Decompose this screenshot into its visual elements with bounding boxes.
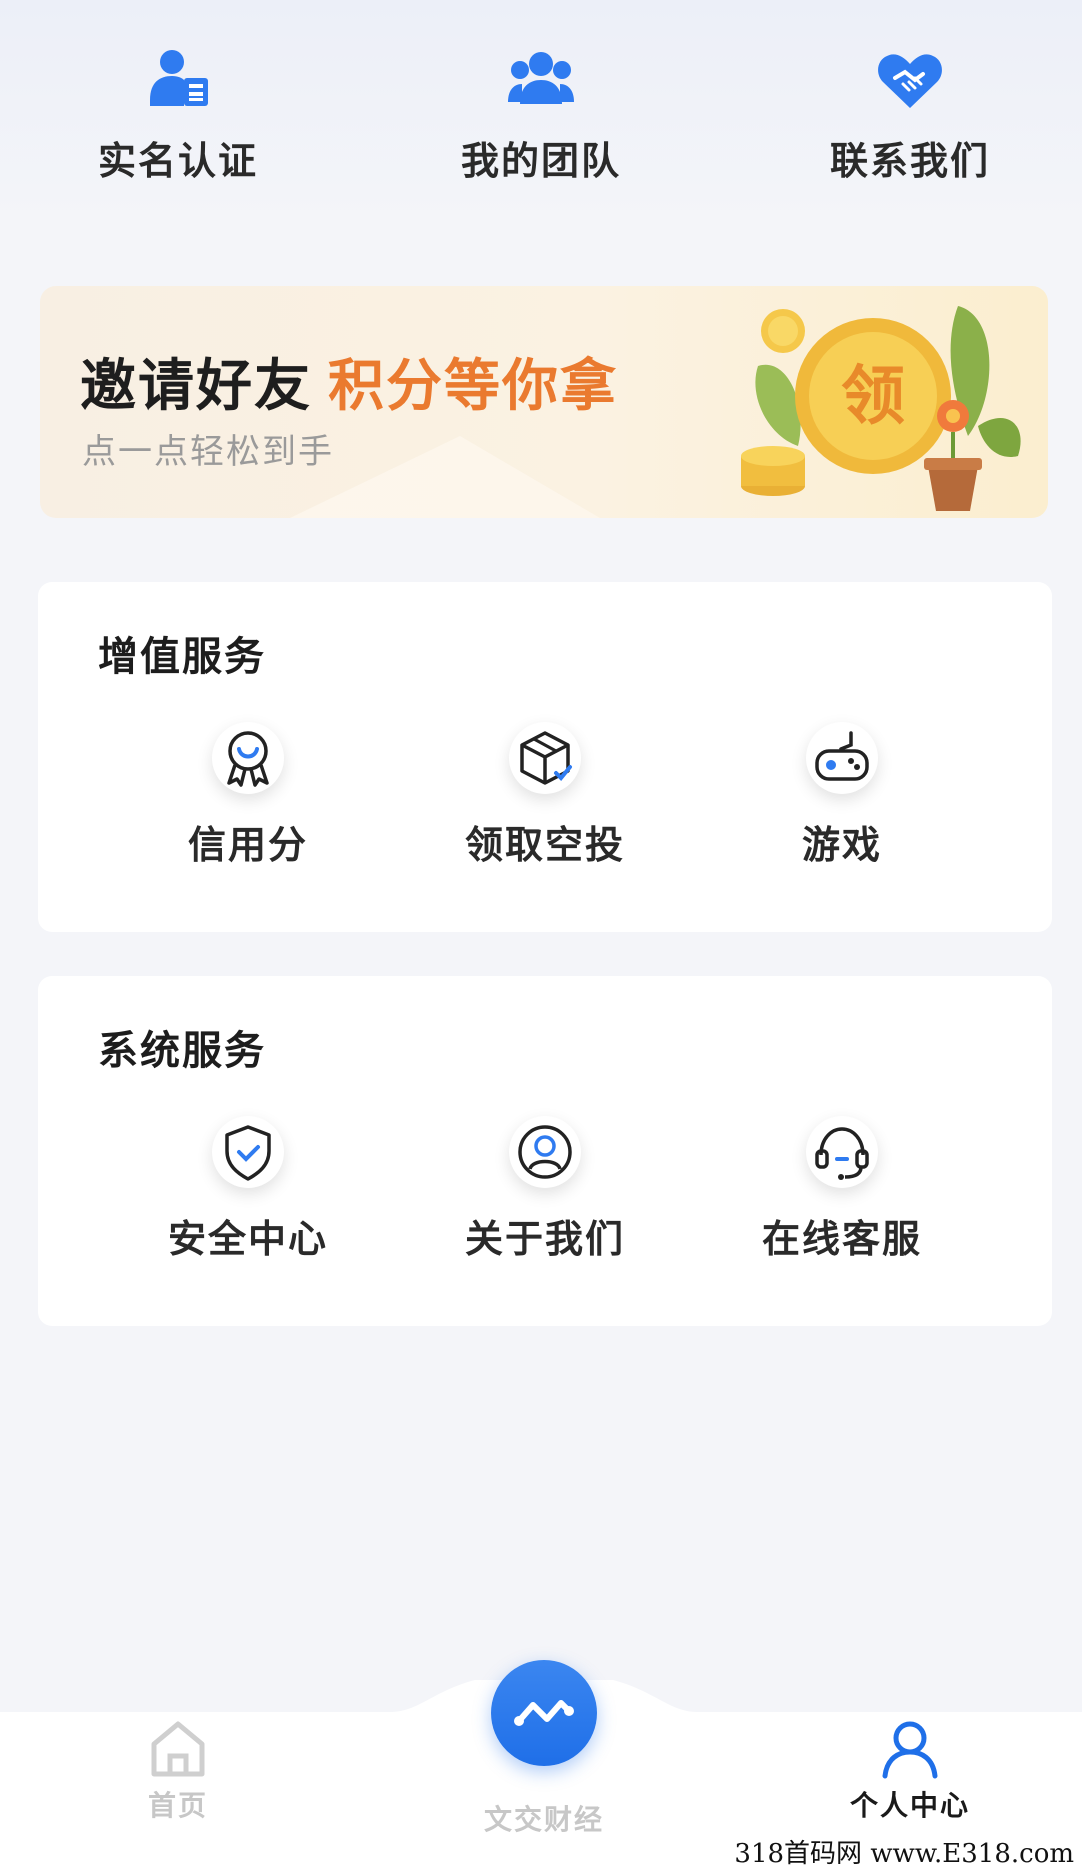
nav-label: 文交财经: [483, 1803, 604, 1836]
person-icon: [882, 1721, 938, 1779]
service-online-support[interactable]: 在线客服: [722, 1116, 962, 1276]
service-about-us[interactable]: 关于我们: [425, 1116, 665, 1276]
id-card-icon: [150, 50, 208, 106]
banner-title-accent: 积分等你拿: [328, 354, 618, 419]
nav-personal-center[interactable]: 个人中心: [810, 1718, 1010, 1824]
service-label: 信用分: [187, 823, 308, 867]
quick-label: 实名认证: [97, 139, 258, 183]
service-label: 领取空投: [464, 823, 625, 867]
quick-label: 联系我们: [829, 139, 990, 183]
value-services-title: 增值服务: [98, 634, 266, 680]
team-icon: [508, 52, 574, 104]
coin-plant-illustration: 领: [741, 306, 1021, 511]
system-services-title: 系统服务: [98, 1028, 266, 1074]
service-games[interactable]: 游戏: [722, 722, 962, 882]
headset-icon: [806, 1116, 878, 1188]
handshake-heart-icon: [878, 54, 942, 108]
service-label: 游戏: [801, 823, 882, 867]
service-claim-airdrop[interactable]: 领取空投: [425, 722, 665, 882]
system-services-card: 系统服务 安全中心 关于我们 在线客服: [38, 976, 1052, 1326]
nav-home[interactable]: 首页: [78, 1718, 278, 1824]
nav-label: 个人中心: [849, 1789, 970, 1822]
quick-contact-us[interactable]: 联系我们: [790, 40, 1030, 200]
shield-icon: [212, 1116, 284, 1188]
service-security-center[interactable]: 安全中心: [128, 1116, 368, 1276]
invite-friends-banner[interactable]: 邀请好友 积分等你拿 点一点轻松到手 领: [40, 286, 1048, 518]
nav-label: 首页: [147, 1789, 208, 1822]
quick-actions: 实名认证 我的团队 联系我们: [0, 40, 1082, 200]
service-credit-score[interactable]: 信用分: [128, 722, 368, 882]
badge-icon: [212, 722, 284, 794]
value-services-card: 增值服务 信用分 领取空投 游戏: [38, 582, 1052, 932]
box-icon: [509, 722, 581, 794]
banner-title: 邀请好友 积分等你拿: [80, 341, 618, 422]
nav-center-button[interactable]: [491, 1660, 597, 1766]
trend-icon: [514, 1700, 574, 1726]
banner-title-main: 邀请好友: [80, 354, 312, 419]
banner-subtitle: 点一点轻松到手: [82, 432, 334, 472]
coin-character: 领: [841, 360, 905, 434]
quick-real-name-verify[interactable]: 实名认证: [58, 40, 298, 200]
service-label: 安全中心: [167, 1217, 328, 1261]
gamepad-icon: [806, 722, 878, 794]
quick-my-team[interactable]: 我的团队: [421, 40, 661, 200]
user-circle-icon: [509, 1116, 581, 1188]
service-label: 在线客服: [761, 1217, 922, 1261]
service-label: 关于我们: [464, 1217, 625, 1261]
home-icon: [151, 1721, 205, 1777]
nav-wenjiao-finance[interactable]: 文交财经: [444, 1798, 644, 1838]
quick-label: 我的团队: [460, 139, 621, 183]
watermark: 318首码网 www.E318.com: [734, 1839, 1074, 1869]
